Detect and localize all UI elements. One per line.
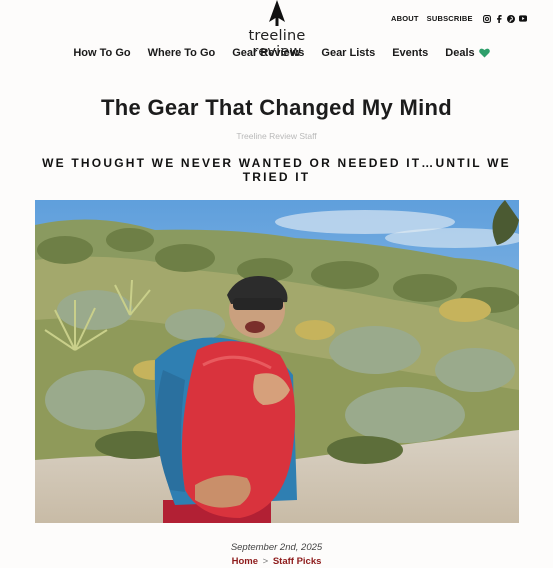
pinterest-icon[interactable]	[506, 14, 515, 23]
publish-date: September 2nd, 2025	[230, 542, 323, 553]
article-title: The Gear That Changed My Mind	[101, 95, 452, 120]
nav-how-to-go[interactable]: How To Go	[73, 47, 130, 59]
about-link[interactable]: ABOUT	[391, 14, 419, 23]
nav-events[interactable]: Events	[392, 47, 428, 59]
breadcrumb-separator: >	[262, 556, 269, 567]
nav-where-to-go[interactable]: Where To Go	[148, 47, 216, 59]
breadcrumb: Home > Staff Picks	[0, 556, 553, 567]
article-subtitle: WE THOUGHT WE NEVER WANTED OR NEEDED IT……	[42, 156, 511, 184]
social-links	[482, 14, 527, 23]
hero-image	[35, 200, 519, 523]
nav-gear-reviews[interactable]: Gear Reviews	[232, 47, 304, 59]
article-author[interactable]: Treeline Review Staff	[0, 131, 553, 141]
subscribe-link[interactable]: SUBSCRIBE	[427, 14, 473, 23]
tree-logo-icon	[269, 0, 285, 26]
main-nav: How To Go Where To Go Gear Reviews Gear …	[0, 47, 553, 59]
youtube-icon[interactable]	[518, 15, 527, 23]
nav-gear-lists[interactable]: Gear Lists	[321, 47, 375, 59]
instagram-icon[interactable]	[482, 14, 491, 23]
nav-deals[interactable]: Deals	[445, 47, 490, 59]
breadcrumb-home[interactable]: Home	[232, 556, 258, 567]
breadcrumb-category[interactable]: Staff Picks	[273, 556, 322, 567]
green-heart-icon	[478, 48, 490, 58]
nav-deals-label: Deals	[445, 47, 475, 59]
facebook-icon[interactable]	[495, 14, 503, 23]
utility-nav: ABOUT SUBSCRIBE	[391, 14, 527, 23]
site-header: treeline review ABOUT SUBSCRIBE How To G…	[0, 0, 553, 70]
